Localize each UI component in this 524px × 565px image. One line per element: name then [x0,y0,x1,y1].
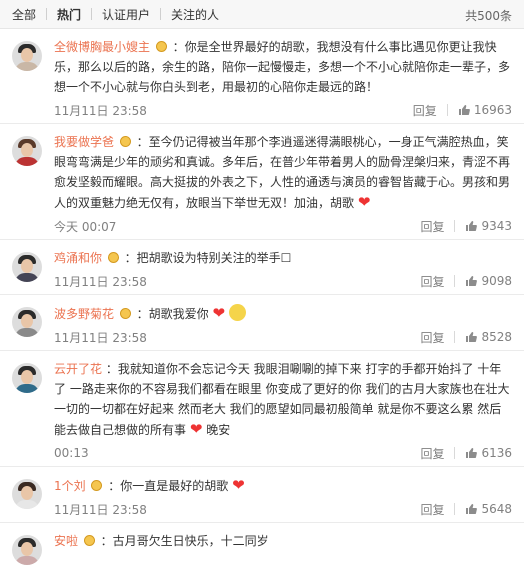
username-link[interactable]: 我要做学爸 [54,135,114,149]
badge-icon [155,41,167,52]
like-button[interactable]: 9343 [465,219,512,233]
avatar[interactable] [12,41,42,71]
meta-divider [454,447,456,459]
timestamp: 今天 00:07 [54,219,117,234]
tab-verified-users[interactable]: 认证用户 [92,6,160,23]
badge-icon [119,308,131,319]
avatar[interactable] [12,136,42,166]
comment-text: 鸡涌和你 ：把胡歌设为特别关注的举手☐ [54,248,512,268]
comment-meta: 11月11日 23:58 回复 5648 [54,496,512,522]
comment-item: 全微博胸最小嫂主 ：你是全世界最好的胡歌，我想没有什么事比遇见你更让我快乐，那么… [0,29,524,124]
comment-body: ：你一直是最好的胡歌 [108,479,229,493]
comment-item: 云开了花 ：我就知道你不会忘记今天 我眼泪唰唰的掉下来 打字的手都开始抖了 十年… [0,351,524,467]
comment-item: 波多野菊花 ：胡歌我爱你 ❤ 11月11日 23:58 回复 8528 [0,295,524,351]
comment-count: 共500条 [465,9,512,23]
username-link[interactable]: 波多野菊花 [54,307,114,321]
thumbs-up-icon [466,332,478,342]
username-link[interactable]: 云开了花 [54,362,102,376]
avatar[interactable] [12,535,42,565]
comment-meta: 11月11日 23:58 回复 8528 [54,324,512,350]
timestamp: 11月11日 23:58 [54,330,147,345]
relieved-face-emoji [228,304,246,321]
comment-body: ：古月哥欠生日快乐，十二同岁 [100,534,269,548]
like-count: 5648 [481,502,512,516]
timestamp: 11月11日 23:58 [54,502,147,517]
like-button[interactable]: 9098 [465,274,512,288]
comment-meta: 11月11日 23:58 回复 9098 [54,268,512,294]
like-count: 6136 [481,446,512,460]
comment-text: 1个刘 ：你一直是最好的胡歌 ❤ [54,475,512,496]
comment-meta: 11月11日 23:58 回复 16963 [54,97,512,123]
comment-text: 我要做学爸 ：至今仍记得被当年那个李逍遥迷得满眼桃心，一身正气满腔热血，笑眼弯弯… [54,132,512,213]
comment-item: 鸡涌和你 ：把胡歌设为特别关注的举手☐ 11月11日 23:58 回复 9098 [0,240,524,295]
comment-meta: 今天 00:07 回复 9343 [54,213,512,239]
avatar[interactable] [12,252,42,282]
like-count: 9343 [481,219,512,233]
thumbs-up-icon [466,448,478,458]
username-link[interactable]: 安啦 [54,534,78,548]
reply-button[interactable]: 回复 [420,273,444,290]
username-link[interactable]: 全微博胸最小嫂主 [54,40,150,54]
thumbs-up-icon [466,221,478,231]
heart-emoji: ❤ [189,420,203,438]
comment-item: 我要做学爸 ：至今仍记得被当年那个李逍遥迷得满眼桃心，一身正气满腔热血，笑眼弯弯… [0,124,524,240]
comment-body: ：把胡歌设为特别关注的举手☐ [124,251,292,265]
reply-button[interactable]: 回复 [420,445,444,462]
avatar[interactable] [12,479,42,509]
meta-divider [454,331,456,343]
username-link[interactable]: 1个刘 [54,479,86,493]
badge-icon [107,252,119,263]
badge-icon [119,136,131,147]
thumbs-up-icon [458,105,470,115]
heart-emoji: ❤ [212,304,226,322]
badge-icon [91,480,103,491]
thumbs-up-icon [466,504,478,514]
timestamp: 11月11日 23:58 [54,274,147,289]
like-count: 8528 [481,330,512,344]
like-count: 9098 [481,274,512,288]
thumbs-up-icon [466,276,478,286]
reply-button[interactable]: 回复 [413,102,437,119]
comment-item: 安啦 ：古月哥欠生日快乐，十二同岁 [0,523,524,565]
comment-body: ：胡歌我爱你 [136,307,209,321]
timestamp: 11月11日 23:58 [54,103,147,118]
username-link[interactable]: 鸡涌和你 [54,251,102,265]
comment-meta: 00:13 回复 6136 [54,440,512,466]
meta-divider [454,275,456,287]
timestamp: 00:13 [54,446,89,460]
badge-icon [83,535,95,546]
comment-body-tail: 晚安 [206,423,231,437]
like-button[interactable]: 6136 [465,446,512,460]
heart-emoji: ❤ [232,476,245,494]
comment-filter-tabs: 全部 热门 认证用户 关注的人 共500条 [0,0,524,29]
tab-following[interactable]: 关注的人 [161,6,229,23]
heart-emoji: ❤ [357,193,371,211]
tab-all[interactable]: 全部 [12,6,46,23]
comment-item: 1个刘 ：你一直是最好的胡歌 ❤ 11月11日 23:58 回复 5648 [0,467,524,523]
comment-text: 波多野菊花 ：胡歌我爱你 ❤ [54,303,512,324]
reply-button[interactable]: 回复 [420,329,444,346]
reply-button[interactable]: 回复 [420,501,444,518]
like-button[interactable]: 5648 [465,502,512,516]
reply-button[interactable]: 回复 [420,218,444,235]
like-count: 16963 [473,103,512,117]
meta-divider [454,503,456,515]
like-button[interactable]: 16963 [458,103,512,117]
comment-text: 全微博胸最小嫂主 ：你是全世界最好的胡歌，我想没有什么事比遇见你更让我快乐，那么… [54,37,512,97]
tab-hot[interactable]: 热门 [47,6,91,23]
avatar[interactable] [12,363,42,393]
meta-divider [446,104,448,116]
avatar[interactable] [12,307,42,337]
like-button[interactable]: 8528 [465,330,512,344]
comment-text: 云开了花 ：我就知道你不会忘记今天 我眼泪唰唰的掉下来 打字的手都开始抖了 十年… [54,359,512,440]
comment-body: ：我就知道你不会忘记今天 我眼泪唰唰的掉下来 打字的手都开始抖了 十年了 一路走… [54,362,510,437]
comment-text: 安啦 ：古月哥欠生日快乐，十二同岁 [54,531,512,551]
meta-divider [454,220,456,232]
